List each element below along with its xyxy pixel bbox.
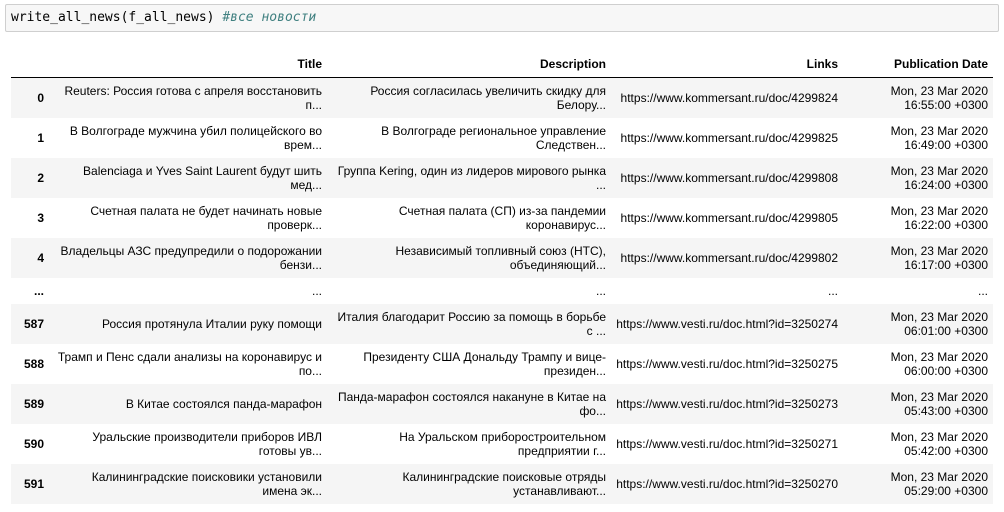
code-text: write_all_news(f_all_news): [11, 10, 223, 25]
row-title: Россия протянула Италии руку помощи: [102, 316, 322, 331]
row-title: Владельцы АЗС предупредили о подорожании…: [60, 243, 322, 272]
table-row: 591 Калининградские поисковики установил…: [11, 463, 993, 504]
row-title: В Китае состоялся панда-марафон: [125, 396, 322, 411]
table-row: 1 В Волгограде мужчина убил полицейского…: [11, 118, 993, 158]
row-index: 589: [23, 396, 44, 411]
row-index: 4: [37, 250, 44, 265]
table-row: 590 Уральские производители приборов ИВЛ…: [11, 424, 993, 464]
row-link: https://www.kommersant.ru/doc/4299824: [620, 90, 838, 105]
dataframe-table: Title Description Links Publication Date…: [11, 50, 993, 504]
row-description: Калининградские поисковые отряды устанав…: [402, 469, 606, 498]
row-date: Mon, 23 Mar 2020 05:42:00 +0300: [890, 429, 988, 458]
cell-output: Title Description Links Publication Date…: [11, 50, 993, 504]
row-index: 590: [23, 436, 44, 451]
row-title: Трамп и Пенс сдали анализы на коронавиру…: [57, 349, 322, 378]
row-link: https://www.kommersant.ru/doc/4299805: [620, 210, 838, 225]
row-link: https://www.vesti.ru/doc.html?id=3250271: [616, 436, 838, 451]
row-date: Mon, 23 Mar 2020 06:00:00 +0300: [890, 349, 988, 378]
row-description: Италия благодарит Россию за помощь в бор…: [337, 309, 606, 338]
row-index: 588: [23, 356, 44, 371]
row-index: 1: [37, 130, 44, 145]
row-description: ...: [595, 283, 606, 298]
row-date: Mon, 23 Mar 2020 05:43:00 +0300: [890, 389, 988, 418]
row-index: 0: [37, 90, 44, 105]
header-description: Description: [327, 50, 611, 78]
row-date: ...: [977, 283, 988, 298]
row-index: 591: [23, 476, 44, 491]
table-row: 2 Balenciaga и Yves Saint Laurent будут …: [11, 157, 993, 198]
table-header-row: Title Description Links Publication Date: [11, 50, 993, 78]
row-title: Калининградские поисковики установили им…: [91, 469, 322, 498]
table-row: 587 Россия протянула Италии руку помощи …: [11, 303, 993, 344]
row-title: Счетная палата не будет начинать новые п…: [90, 203, 322, 232]
row-description: Счетная палата (СП) из-за пандемии корон…: [398, 203, 606, 232]
row-description: В Волгограде региональное управление Сле…: [381, 123, 606, 152]
row-link: https://www.vesti.ru/doc.html?id=3250274: [616, 316, 838, 331]
row-title: Balenciaga и Yves Saint Laurent будут ши…: [83, 163, 322, 192]
row-description: Группа Kering, один из лидеров мирового …: [337, 163, 606, 192]
row-link: https://www.vesti.ru/doc.html?id=3250270: [616, 476, 838, 491]
row-title: Reuters: Россия готова с апреля восстано…: [64, 83, 322, 112]
row-index: 3: [37, 210, 44, 225]
row-title: Уральские производители приборов ИВЛ гот…: [92, 429, 322, 458]
row-description: Президенту США Дональду Трампу и вице-пр…: [363, 349, 606, 378]
code-cell-input[interactable]: write_all_news(f_all_news) #все новости: [5, 4, 999, 32]
table-row: 589 В Китае состоялся панда-марафон Панд…: [11, 383, 993, 424]
row-date: Mon, 23 Mar 2020 05:29:00 +0300: [890, 469, 988, 498]
row-link: https://www.kommersant.ru/doc/4299808: [620, 170, 838, 185]
row-date: Mon, 23 Mar 2020 16:55:00 +0300: [890, 83, 988, 112]
row-title: ...: [311, 283, 322, 298]
table-row-ellipsis: ... ... ... ... ...: [11, 278, 993, 304]
row-date: Mon, 23 Mar 2020 16:49:00 +0300: [890, 123, 988, 152]
row-link: https://www.kommersant.ru/doc/4299825: [620, 130, 838, 145]
row-index: 2: [37, 170, 44, 185]
row-link: https://www.kommersant.ru/doc/4299802: [620, 250, 838, 265]
row-index: 587: [23, 316, 44, 331]
row-link: https://www.vesti.ru/doc.html?id=3250273: [616, 396, 838, 411]
row-date: Mon, 23 Mar 2020 16:17:00 +0300: [890, 243, 988, 272]
row-description: На Уральском приборостроительном предпри…: [399, 429, 606, 458]
header-index: [11, 50, 49, 78]
table-row: 0 Reuters: Россия готова с апреля восста…: [11, 77, 993, 118]
table-row: 3 Счетная палата не будет начинать новые…: [11, 198, 993, 238]
code-comment: #все новости: [222, 10, 317, 25]
row-description: Независимый топливный союз (НТС), объеди…: [395, 243, 606, 272]
row-description: Россия согласилась увеличить скидку для …: [370, 83, 606, 112]
row-link: https://www.vesti.ru/doc.html?id=3250275: [616, 356, 838, 371]
row-date: Mon, 23 Mar 2020 06:01:00 +0300: [890, 309, 988, 338]
row-description: Панда-марафон состоялся накануне в Китае…: [337, 389, 606, 418]
row-date: Mon, 23 Mar 2020 16:22:00 +0300: [890, 203, 988, 232]
row-link: ...: [827, 283, 838, 298]
row-title: В Волгограде мужчина убил полицейского в…: [69, 123, 322, 152]
header-title: Title: [49, 50, 327, 78]
table-row: 588 Трамп и Пенс сдали анализы на корона…: [11, 344, 993, 384]
header-links: Links: [611, 50, 843, 78]
row-index: ...: [33, 283, 44, 298]
header-publication-date: Publication Date: [843, 50, 993, 78]
row-date: Mon, 23 Mar 2020 16:24:00 +0300: [890, 163, 988, 192]
table-row: 4 Владельцы АЗС предупредили о подорожан…: [11, 237, 993, 278]
